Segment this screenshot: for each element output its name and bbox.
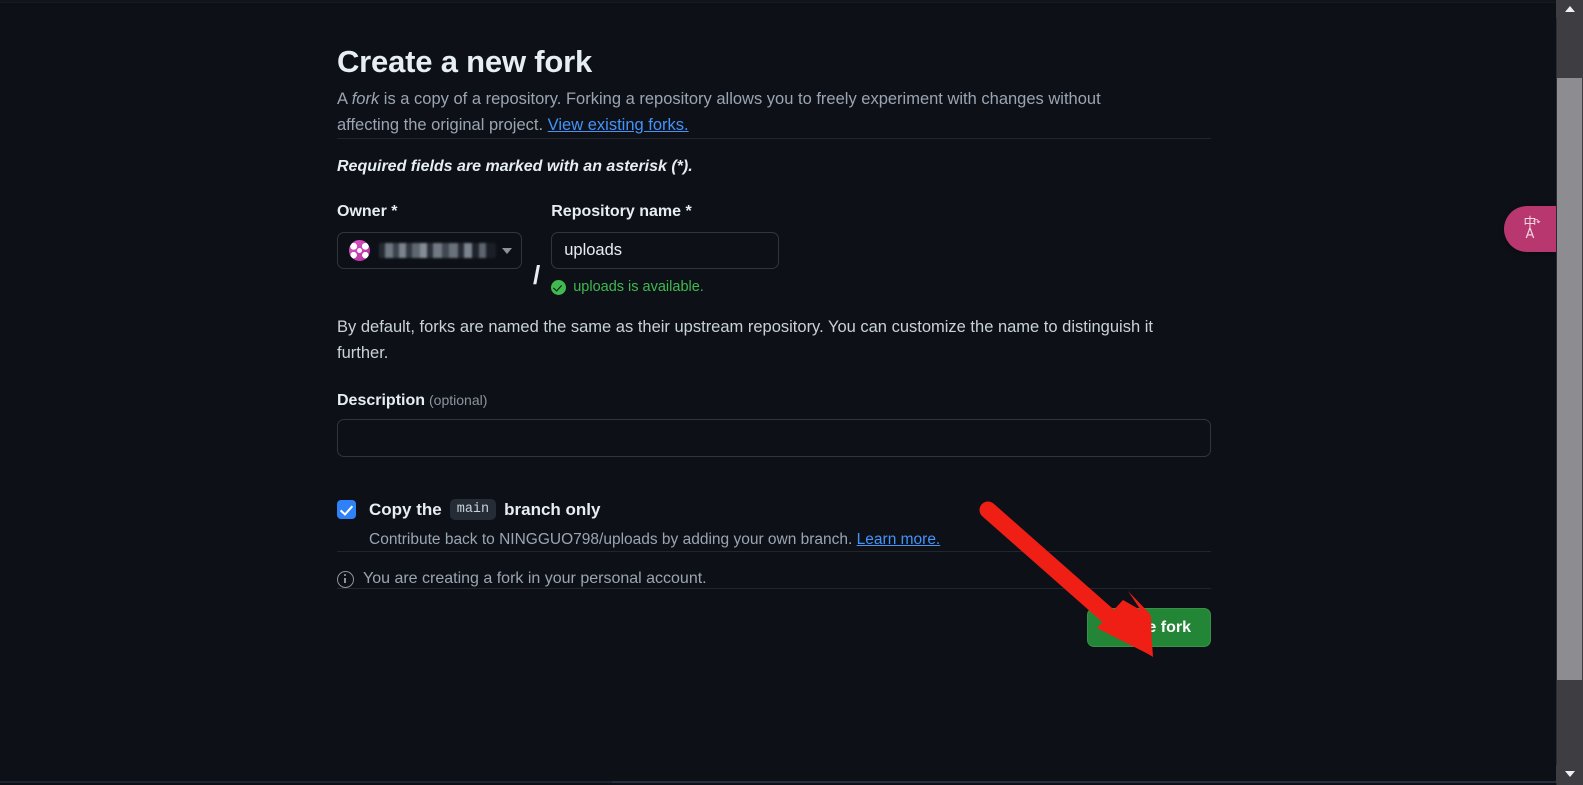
branch-name-chip: main xyxy=(449,499,497,520)
vertical-scrollbar[interactable] xyxy=(1556,0,1583,785)
description-input[interactable] xyxy=(337,419,1211,457)
page-intro: A fork is a copy of a repository. Forkin… xyxy=(337,86,1167,138)
availability-message: uploads is available. xyxy=(551,279,779,295)
description-label-row: Description (optional) xyxy=(337,392,1211,410)
chevron-down-icon xyxy=(502,247,512,254)
owner-select[interactable] xyxy=(337,232,522,269)
description-label: Description xyxy=(337,392,426,409)
copy-label-suffix: branch only xyxy=(504,499,601,519)
divider-bottom xyxy=(337,588,1211,589)
scroll-down-arrow-icon xyxy=(1564,771,1575,777)
user-avatar xyxy=(349,240,370,261)
intro-prefix: A xyxy=(337,90,352,108)
owner-label: Owner * xyxy=(337,203,398,220)
default-naming-note: By default, forks are named the same as … xyxy=(337,318,1153,362)
view-existing-forks-link[interactable]: View existing forks. xyxy=(548,116,689,134)
check-circle-icon xyxy=(551,279,567,295)
browser-viewport: Create a new fork A fork is a copy of a … xyxy=(0,0,1583,785)
translate-icon-arrow: ↷ xyxy=(1532,217,1541,228)
translate-widget-button[interactable]: 中 A ↷ xyxy=(1504,206,1556,252)
window-top-edge xyxy=(0,0,1556,3)
copy-subtext: Contribute back to NINGGUO798/uploads by… xyxy=(369,531,853,548)
required-fields-note: Required fields are marked with an aster… xyxy=(337,158,693,175)
create-fork-button[interactable]: Create fork xyxy=(1086,608,1211,647)
divider-top xyxy=(337,138,1211,139)
intro-rest: is a copy of a repository. Forking a rep… xyxy=(337,90,1101,134)
info-icon xyxy=(337,570,354,588)
copy-branch-block: Copy the main branch only Contribute bac… xyxy=(337,499,1211,551)
description-optional-tag: (optional) xyxy=(429,392,488,408)
owner-repo-row: Owner * / Repository name * uploads is a… xyxy=(337,201,1211,295)
copy-branch-subtext: Contribute back to NINGGUO798/uploads by… xyxy=(369,529,1211,551)
page-canvas: Create a new fork A fork is a copy of a … xyxy=(0,0,1556,783)
copy-label-prefix: Copy the xyxy=(369,499,442,519)
page-bottom-edge-right xyxy=(612,781,1556,783)
translate-icon: 中 A ↷ xyxy=(1523,217,1540,241)
path-separator: / xyxy=(533,260,541,290)
scroll-up-arrow-icon xyxy=(1564,6,1575,12)
learn-more-link[interactable]: Learn more. xyxy=(857,531,941,548)
repository-name-input[interactable] xyxy=(551,232,780,269)
scrollbar-thumb[interactable] xyxy=(1557,78,1582,680)
copy-main-branch-checkbox[interactable] xyxy=(337,500,356,519)
repository-name-field: Repository name * uploads is available. xyxy=(551,201,780,295)
divider-middle xyxy=(337,551,1211,552)
page-title: Create a new fork xyxy=(337,44,593,79)
copy-branch-label: Copy the main branch only xyxy=(369,499,601,520)
scrollbar-down-button[interactable] xyxy=(1556,765,1583,783)
availability-text: uploads is available. xyxy=(573,279,704,295)
owner-field: Owner * xyxy=(337,201,522,269)
personal-account-info: You are creating a fork in your personal… xyxy=(337,570,1211,588)
submit-row: Create fork xyxy=(337,608,1211,647)
owner-username-redacted xyxy=(379,243,496,258)
info-text: You are creating a fork in your personal… xyxy=(363,570,707,587)
description-field: Description (optional) xyxy=(337,392,1211,457)
copy-branch-row[interactable]: Copy the main branch only xyxy=(337,499,1211,520)
create-fork-form: Create a new fork A fork is a copy of a … xyxy=(337,40,1211,647)
intro-emphasis: fork xyxy=(351,90,380,108)
repository-name-label: Repository name * xyxy=(551,203,692,220)
scrollbar-up-button[interactable] xyxy=(1556,0,1583,18)
